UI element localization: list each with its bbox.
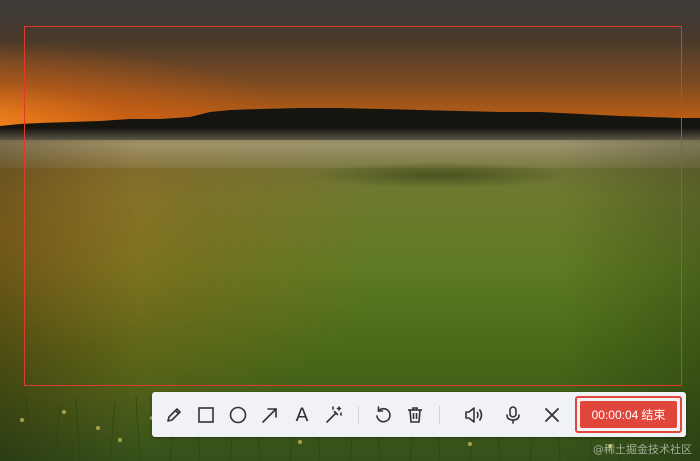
arrow-icon[interactable] (258, 403, 282, 427)
close-icon[interactable] (540, 403, 564, 427)
end-label: 结束 (641, 408, 666, 422)
screen-recorder-toolbar: A 00:00:04 结束 (152, 392, 686, 437)
undo-icon[interactable] (371, 403, 395, 427)
text-tool-icon[interactable]: A (290, 403, 314, 427)
pencil-icon[interactable] (162, 403, 186, 427)
toolbar-divider (439, 406, 440, 424)
trash-icon[interactable] (403, 403, 427, 427)
speaker-icon[interactable] (462, 403, 486, 427)
magic-wand-icon[interactable] (322, 403, 346, 427)
end-recording-button-frame: 00:00:04 结束 (575, 396, 682, 433)
microphone-icon[interactable] (501, 403, 525, 427)
rectangle-icon[interactable] (194, 403, 218, 427)
toolbar-divider (358, 406, 359, 424)
watermark: @稀土掘金技术社区 (593, 443, 692, 456)
recording-timer: 00:00:04 (591, 407, 639, 422)
circle-icon[interactable] (226, 403, 250, 427)
end-recording-button[interactable]: 00:00:04 结束 (580, 401, 677, 428)
